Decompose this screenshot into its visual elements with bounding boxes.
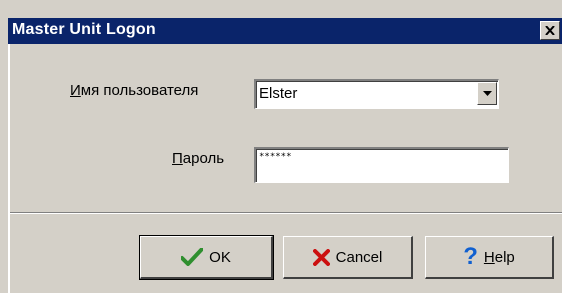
help-button[interactable]: ? Help: [425, 236, 554, 279]
username-label: Имя пользователя: [70, 82, 199, 99]
password-value: ******: [259, 152, 292, 162]
close-button[interactable]: [540, 21, 560, 40]
frame-edge: [8, 44, 10, 293]
chevron-down-icon: [482, 90, 492, 96]
ok-button[interactable]: OK: [139, 235, 274, 280]
ok-button-label: OK: [209, 248, 231, 266]
password-field[interactable]: ******: [254, 147, 509, 183]
checkmark-icon: [181, 248, 204, 266]
username-value: Elster: [259, 85, 298, 102]
cancel-button[interactable]: Cancel: [283, 236, 413, 279]
title-bar[interactable]: Master Unit Logon: [8, 18, 562, 44]
password-label: Пароль: [172, 150, 225, 167]
close-icon: [545, 26, 555, 35]
cancel-button-label: Cancel: [335, 248, 383, 266]
help-button-label: Help: [483, 248, 515, 266]
x-icon: [312, 248, 330, 266]
window-title: Master Unit Logon: [12, 21, 156, 38]
username-dropdown-button[interactable]: [477, 82, 497, 105]
logon-dialog: Master Unit Logon Имя пользователя Elste…: [0, 0, 562, 293]
question-mark-icon: ?: [463, 243, 478, 270]
username-combobox[interactable]: Elster: [254, 79, 499, 109]
